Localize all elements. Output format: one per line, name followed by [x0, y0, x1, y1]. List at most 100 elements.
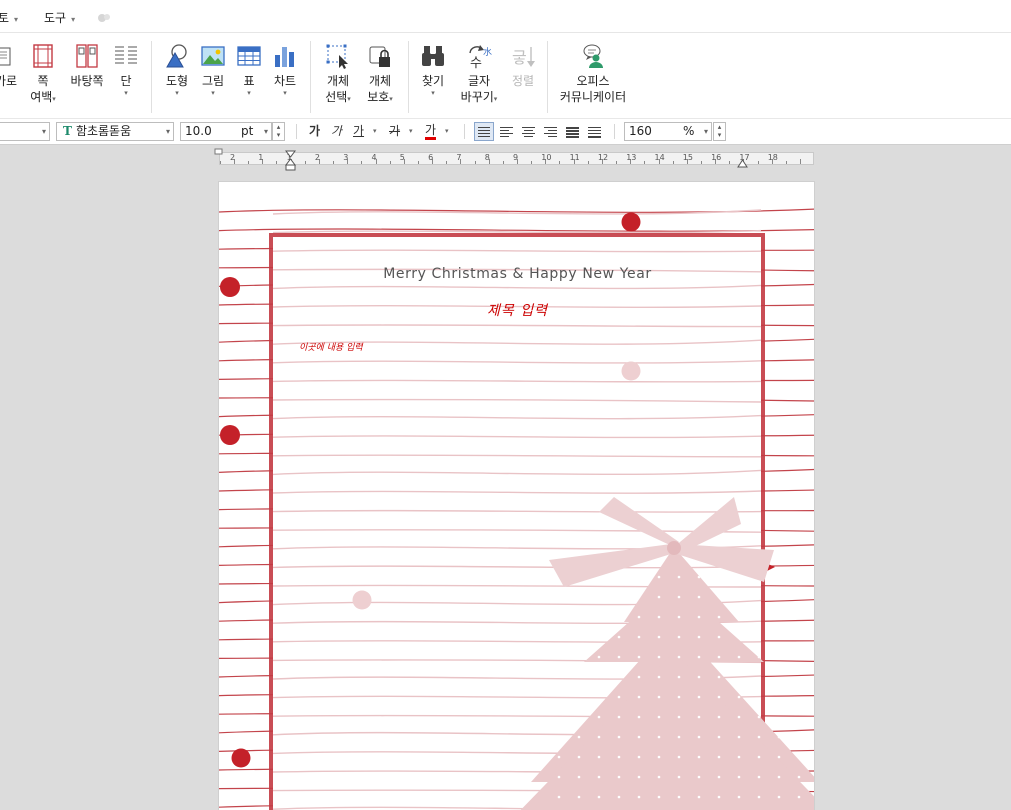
- page-margin-button[interactable]: 쪽 여백▾: [28, 43, 58, 105]
- ruler-tick: [616, 161, 618, 164]
- tree-dot: [677, 715, 681, 719]
- tree-dot: [737, 795, 741, 799]
- stripe-line: [219, 228, 814, 232]
- align-divide-button[interactable]: [584, 122, 604, 141]
- tree-dot: [737, 695, 741, 699]
- chart-icon: [272, 43, 298, 69]
- align-distribute-button[interactable]: [562, 122, 582, 141]
- greeting-text[interactable]: Merry Christmas & Happy New Year: [219, 266, 814, 282]
- ruler-tick: [757, 161, 759, 164]
- ruler-number: 4: [371, 153, 377, 162]
- ruler-number: 2: [314, 153, 320, 162]
- background-page-button[interactable]: 바탕쪽: [68, 43, 106, 89]
- chart-button[interactable]: 차트 ▾: [271, 43, 299, 97]
- button-label: 바꾸기: [460, 90, 494, 104]
- ruler-number: 11: [569, 153, 580, 162]
- tree-dot: [797, 595, 801, 599]
- tree-dot: [657, 695, 661, 699]
- tree-dot: [617, 775, 621, 779]
- button-label: 바탕쪽: [70, 74, 104, 88]
- tree-dot: [617, 635, 621, 639]
- zoom-input[interactable]: 160 % ▾: [624, 122, 712, 141]
- chevron-down-icon[interactable]: ▾: [409, 123, 413, 140]
- column-button[interactable]: 단 ▾: [112, 43, 140, 97]
- font-select[interactable]: T 함초롬돋움 ▾: [56, 122, 174, 141]
- picture-button[interactable]: 그림 ▾: [199, 43, 227, 97]
- chevron-down-icon: ▾: [165, 127, 170, 136]
- replace-char-button[interactable]: 수水 글자 바꾸기▾: [458, 43, 500, 105]
- font-size-stepper[interactable]: ▴ ▾: [272, 122, 285, 141]
- replace-icon: 수水: [466, 43, 492, 71]
- svg-text:수: 수: [470, 56, 482, 69]
- ruler-tick: [672, 161, 674, 164]
- tree-dot: [657, 675, 661, 679]
- find-button[interactable]: 찾기 ▾: [418, 43, 448, 97]
- align-right-button[interactable]: [540, 122, 560, 141]
- background-page-icon: [74, 43, 100, 69]
- tree-dot: [797, 755, 801, 759]
- protect-object-button[interactable]: 개체 보호▾: [362, 43, 398, 105]
- format-toolbar: ▾ T 함초롬돋움 ▾ 10.0 pt ▾ ▴ ▾ 가 가 가 ▾ 가 ▾ 가 ▾ …: [0, 119, 1011, 145]
- align-center-button[interactable]: [518, 122, 538, 141]
- ribbon-divider: [408, 41, 409, 113]
- ruler-tick: [276, 161, 278, 164]
- chevron-down-icon: ▾: [124, 89, 128, 97]
- table-button[interactable]: 표 ▾: [235, 43, 263, 97]
- menu-review[interactable]: 토 ▾: [0, 9, 18, 26]
- chevron-down-icon: ▾: [389, 95, 393, 103]
- sort-button[interactable]: 긓 정렬: [506, 43, 540, 89]
- chevron-down-icon[interactable]: ▾: [373, 123, 377, 140]
- ruler-number: 1: [258, 153, 264, 162]
- ruler-tick: [220, 161, 221, 164]
- chevron-down-icon: ▾: [283, 89, 287, 97]
- bold-button[interactable]: 가: [309, 123, 320, 140]
- ribbon-divider: [151, 41, 152, 113]
- font-color-button[interactable]: 가: [425, 123, 437, 140]
- ornament-dot: [231, 748, 251, 768]
- chevron-down-icon[interactable]: ▾: [445, 123, 449, 140]
- tree-dot: [637, 755, 641, 759]
- tree-dot: [797, 795, 801, 799]
- tree-dot: [637, 715, 641, 719]
- select-object-button[interactable]: 개체 선택▾: [322, 43, 354, 105]
- ruler-tick: [587, 161, 589, 164]
- communicator-icon: [580, 43, 606, 69]
- tree-dot: [657, 635, 661, 639]
- office-communicator-button[interactable]: 오피스 커뮤니케이터: [556, 43, 630, 105]
- chevron-down-icon: ▾: [703, 127, 708, 136]
- align-justify-button[interactable]: [474, 122, 494, 141]
- indent-marker-icon[interactable]: [285, 150, 296, 172]
- horizontal-ruler[interactable]: 2 1 1 2 3 4 5 6 7 8 9 10 11 12 13 14 15 16 17 18: [219, 152, 814, 165]
- right-indent-marker-icon[interactable]: [737, 158, 748, 168]
- button-label: 도형: [165, 74, 189, 88]
- underline-button[interactable]: 가: [353, 123, 364, 140]
- strikethrough-button[interactable]: 가: [389, 123, 400, 140]
- align-left-button[interactable]: [496, 122, 516, 141]
- body-placeholder[interactable]: 이곳에 내용 입력: [299, 340, 363, 353]
- style-select[interactable]: ▾: [0, 122, 50, 141]
- button-label: 표: [243, 74, 255, 88]
- button-label: 찾기: [421, 74, 445, 88]
- title-placeholder[interactable]: 제목 입력: [219, 300, 814, 320]
- toolbar-divider: [614, 124, 615, 139]
- ruler-tick: [800, 159, 801, 164]
- tree-dot: [717, 775, 721, 779]
- font-size-input[interactable]: 10.0 pt ▾: [180, 122, 272, 141]
- tree-dot: [637, 615, 641, 619]
- tree-dot: [657, 655, 661, 659]
- tree-dot: [677, 595, 681, 599]
- tree-dot: [617, 735, 621, 739]
- tree-dot: [637, 635, 641, 639]
- zoom-stepper[interactable]: ▴ ▾: [713, 122, 726, 141]
- shape-button[interactable]: 도형 ▾: [163, 43, 191, 97]
- garo-button[interactable]: 가로: [0, 43, 18, 89]
- menu-tools[interactable]: 도구 ▾: [44, 9, 75, 26]
- tree-dot: [697, 675, 701, 679]
- ruler-page-marker: [214, 148, 223, 155]
- document-page[interactable]: Merry Christmas & Happy New Year 제목 입력 이…: [218, 181, 815, 810]
- tree-dot: [777, 615, 781, 619]
- tree-dot: [617, 655, 621, 659]
- italic-button[interactable]: 가: [331, 123, 342, 140]
- help-icon[interactable]: [97, 12, 111, 24]
- ruler-tick: [446, 161, 448, 164]
